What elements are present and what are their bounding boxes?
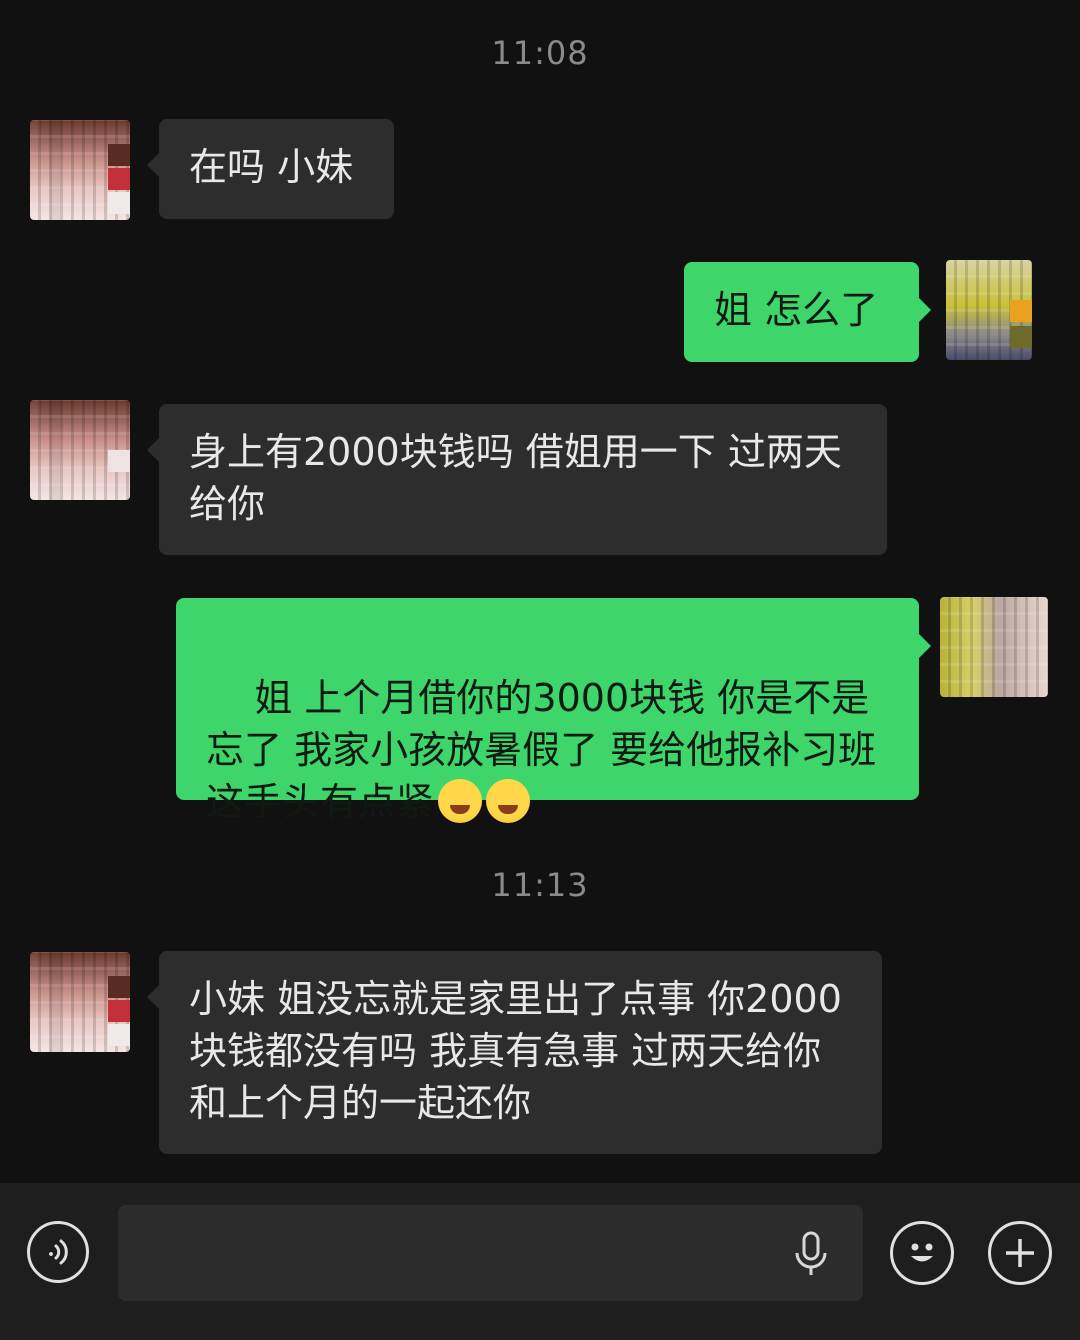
message-bubble-outgoing[interactable]: 姐 上个月借你的3000块钱 你是不是忘了 我家小孩放暑假了 要给他报补习班 这…	[176, 598, 931, 824]
plus-icon	[1006, 1239, 1034, 1267]
message-bubble-incoming[interactable]: 身上有2000块钱吗 借姐用一下 过两天给你	[147, 404, 887, 555]
message-text: 姐 上个月借你的3000块钱 你是不是忘了 我家小孩放暑假了 要给他报补习班 这…	[206, 676, 889, 824]
voice-toggle-button[interactable]	[27, 1221, 89, 1283]
emoji-button[interactable]	[890, 1221, 954, 1285]
contact-avatar[interactable]	[30, 400, 130, 500]
message-bubble-incoming[interactable]: 小妹 姐没忘就是家里出了点事 你2000块钱都没有吗 我真有急事 过两天给你 和…	[147, 951, 882, 1154]
microphone-icon[interactable]	[793, 1231, 829, 1279]
voice-toggle-icon	[49, 1239, 68, 1265]
input-bar	[0, 1183, 1080, 1340]
contact-avatar[interactable]	[30, 120, 130, 220]
message-input[interactable]	[118, 1205, 863, 1301]
face-with-tears-of-joy-icon	[438, 779, 483, 823]
my-avatar[interactable]	[946, 260, 1032, 360]
contact-avatar[interactable]	[30, 952, 130, 1052]
plus-button[interactable]	[988, 1221, 1052, 1285]
message-bubble-outgoing[interactable]: 姐 怎么了	[684, 262, 931, 362]
emoji-smiley-icon	[911, 1243, 933, 1262]
timestamp: 11:08	[491, 34, 589, 72]
timestamp: 11:13	[491, 866, 589, 904]
chat-area[interactable]: 11:08 在吗 小妹 姐 怎么了 身上有2000块钱吗 借姐用一下 过两天给你…	[0, 0, 1080, 1183]
face-with-tears-of-joy-icon	[486, 779, 531, 823]
message-bubble-incoming[interactable]: 在吗 小妹	[147, 119, 394, 219]
my-avatar[interactable]	[940, 597, 1048, 697]
